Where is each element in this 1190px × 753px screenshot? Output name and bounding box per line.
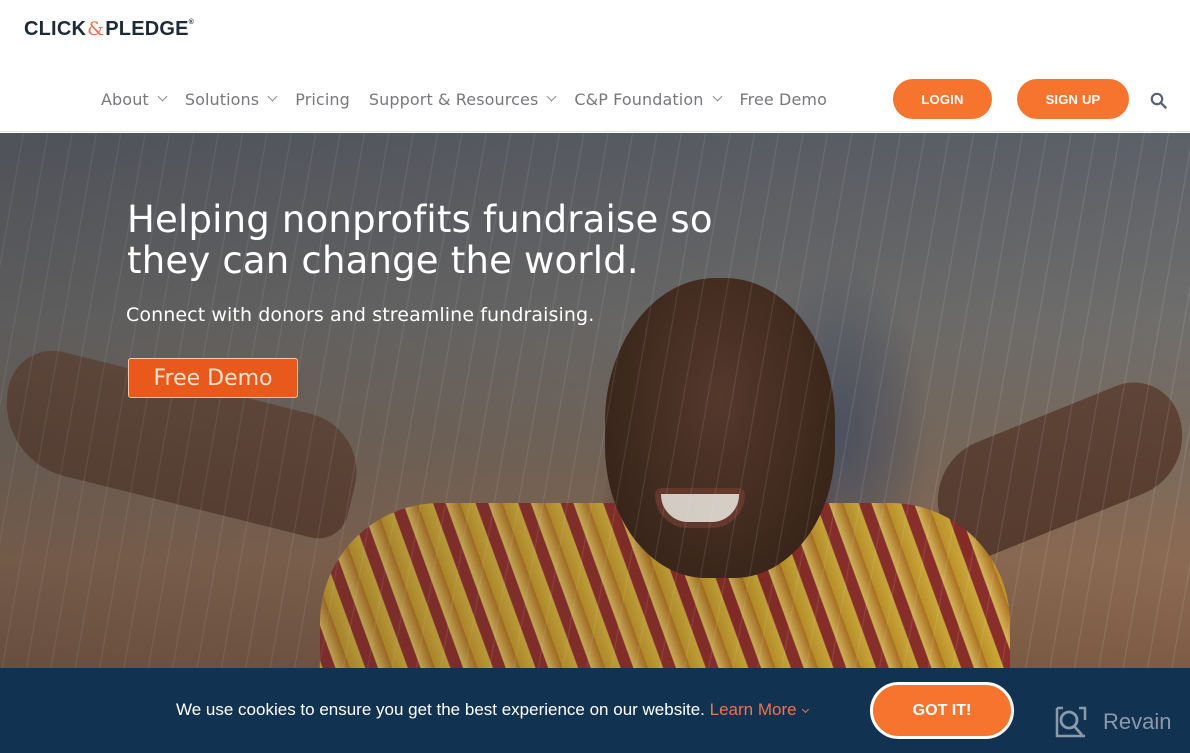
- login-button[interactable]: LOGIN: [893, 79, 992, 119]
- revain-watermark: Revain: [1055, 706, 1171, 738]
- chevron-down-icon: [801, 705, 809, 714]
- chevron-down-icon: [157, 91, 168, 101]
- nav-label: Solutions: [184, 89, 260, 109]
- chevron-down-icon: [712, 91, 722, 101]
- nav-item-pricing[interactable]: Pricing: [295, 90, 350, 109]
- nav-label: Free Demo: [739, 89, 827, 109]
- accept-cookies-button[interactable]: GOT IT!: [870, 682, 1014, 739]
- learn-more-label: Learn More: [709, 700, 797, 719]
- cookie-message: We use cookies to ensure you get the bes…: [176, 700, 705, 719]
- hero-subtitle: Connect with donors and streamline fundr…: [126, 304, 595, 326]
- search-icon[interactable]: [1150, 92, 1167, 109]
- learn-more-link[interactable]: Learn More: [709, 700, 809, 719]
- nav-label: About: [101, 89, 149, 109]
- nav-item-solutions[interactable]: Solutions: [184, 89, 278, 109]
- nav-label: Support & Resources: [368, 89, 539, 109]
- hero-title: Helping nonprofits fundraise so they can…: [127, 198, 713, 282]
- nav-label: Pricing: [295, 89, 350, 109]
- site-header: CLICK&PLEDGE® About Solutions Pricing Su…: [0, 0, 1190, 132]
- logo-pledge: PLEDGE: [105, 18, 189, 40]
- cookie-message-row: We use cookies to ensure you get the bes…: [176, 700, 809, 720]
- nav-item-free-demo[interactable]: Free Demo: [740, 90, 827, 109]
- logo-click: CLICK: [24, 18, 87, 40]
- revain-logo-icon: [1055, 706, 1087, 738]
- free-demo-button[interactable]: Free Demo: [128, 358, 298, 398]
- chevron-down-icon: [267, 91, 278, 101]
- nav-item-about[interactable]: About: [101, 89, 168, 109]
- logo[interactable]: CLICK&PLEDGE®: [24, 18, 194, 41]
- revain-label: Revain: [1103, 709, 1172, 734]
- registered-mark: ®: [188, 19, 195, 26]
- main-nav: About Solutions Pricing Support & Resour…: [101, 84, 846, 114]
- cookie-banner: We use cookies to ensure you get the bes…: [0, 668, 1190, 753]
- logo-ampersand: &: [87, 18, 105, 40]
- nav-item-support-resources[interactable]: Support & Resources: [368, 89, 557, 109]
- chevron-down-icon: [546, 91, 557, 101]
- hero-section: Helping nonprofits fundraise so they can…: [0, 133, 1190, 668]
- nav-item-cp-foundation[interactable]: C&P Foundation: [574, 89, 722, 109]
- nav-label: C&P Foundation: [574, 89, 704, 109]
- signup-button[interactable]: SIGN UP: [1017, 79, 1129, 119]
